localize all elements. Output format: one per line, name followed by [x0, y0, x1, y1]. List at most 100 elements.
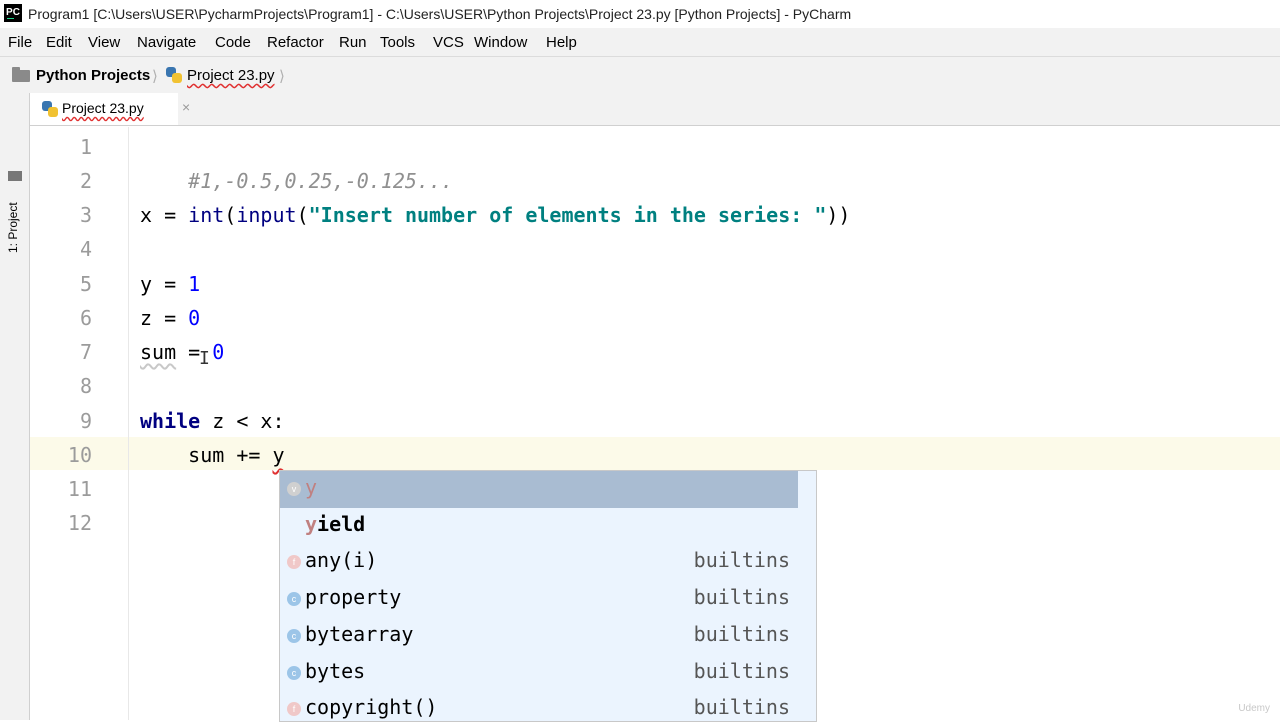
pycharm-app-icon: PC — [4, 4, 22, 22]
line-number: 7 — [79, 340, 92, 364]
identifier-typed: y — [272, 443, 285, 467]
menu-run[interactable]: Run — [339, 34, 367, 51]
code-text: z < x: — [200, 409, 285, 433]
autocomplete-rest: bytearray — [305, 621, 414, 646]
identifier: sum — [188, 443, 225, 467]
python-file-icon — [42, 101, 58, 117]
code-line-7: sum = 0 — [140, 335, 224, 369]
autocomplete-item-label: any(i) — [305, 548, 377, 572]
folder-icon — [12, 67, 30, 82]
autocomplete-item-type: builtins — [693, 585, 790, 610]
menu-tools[interactable]: Tools — [380, 34, 415, 51]
autocomplete-item[interactable]: yield — [280, 508, 816, 545]
autocomplete-rest: copyright() — [305, 695, 438, 720]
line-number: 5 — [79, 272, 92, 296]
udemy-watermark: Udemy — [1238, 703, 1270, 714]
function-icon: f — [287, 555, 301, 570]
code-line-3: x = int(input("Insert number of elements… — [140, 198, 850, 232]
title-bar: PC Program1 [C:\Users\USER\PycharmProjec… — [0, 0, 1280, 28]
tool-window-strip: 1: Project — [0, 93, 30, 720]
autocomplete-item-label: copyright() — [305, 695, 437, 719]
function-icon: f — [287, 702, 301, 717]
autocomplete-rest: any(i) — [305, 548, 378, 573]
autocomplete-item-label: yield — [305, 512, 365, 536]
autocomplete-item-label: property — [305, 585, 401, 609]
python-file-icon — [166, 67, 182, 83]
autocomplete-rest: bytes — [305, 658, 366, 683]
line-number: 12 — [67, 511, 92, 535]
menu-bar: File Edit View Navigate Code Refactor Ru… — [0, 28, 1280, 56]
breadcrumb-separator: ⟩ — [279, 68, 285, 85]
autocomplete-item[interactable]: f copyright() builtins — [280, 691, 816, 721]
menu-vcs[interactable]: VCS — [433, 34, 464, 51]
breadcrumb-file[interactable]: Project 23.py — [187, 67, 275, 84]
menu-navigate[interactable]: Navigate — [137, 34, 196, 51]
menu-edit[interactable]: Edit — [46, 34, 72, 51]
menu-window[interactable]: Window — [474, 34, 527, 51]
menu-help[interactable]: Help — [546, 34, 577, 51]
class-icon: c — [287, 628, 301, 643]
breadcrumb-project[interactable]: Python Projects — [36, 67, 150, 84]
line-number: 3 — [79, 203, 92, 227]
autocomplete-rest: ield — [317, 511, 366, 536]
project-tool-window-button[interactable]: 1: Project — [6, 202, 20, 253]
identifier: y — [140, 272, 153, 296]
autocomplete-item[interactable]: c bytes builtins — [280, 655, 816, 692]
line-number: 4 — [79, 237, 92, 261]
code-line-10: sum += y — [140, 438, 285, 472]
operator: = — [152, 203, 189, 227]
number-literal: 0 — [212, 340, 225, 364]
line-number: 11 — [67, 477, 92, 501]
menu-view[interactable]: View — [88, 34, 120, 51]
number-literal: 0 — [188, 306, 201, 330]
autocomplete-item-label: y — [305, 475, 317, 499]
menu-code[interactable]: Code — [215, 34, 251, 51]
autocomplete-item-label: bytes — [305, 659, 365, 683]
autocomplete-item[interactable]: c property builtins — [280, 581, 816, 618]
number-literal: 1 — [188, 272, 201, 296]
class-icon: c — [287, 665, 301, 680]
operator: = — [152, 272, 189, 296]
code-line-6: z = 0 — [140, 301, 200, 335]
autocomplete-item[interactable]: f any(i) builtins — [280, 544, 816, 581]
autocomplete-match: y — [305, 475, 318, 499]
line-number: 8 — [79, 374, 92, 398]
punctuation: ( — [296, 203, 309, 227]
identifier: x — [140, 203, 153, 227]
breadcrumb-separator: ⟩ — [152, 68, 158, 85]
line-number: 1 — [79, 135, 92, 159]
autocomplete-item[interactable]: c bytearray builtins — [280, 618, 816, 655]
autocomplete-item-type: builtins — [693, 548, 790, 573]
menu-file[interactable]: File — [8, 34, 32, 51]
punctuation: )) — [826, 203, 851, 227]
autocomplete-item-type: builtins — [693, 621, 790, 646]
identifier: z — [140, 306, 153, 330]
autocomplete-item-type: builtins — [693, 658, 790, 683]
autocomplete-match: y — [305, 511, 318, 536]
autocomplete-item[interactable]: vy — [280, 471, 798, 508]
close-icon[interactable]: × — [182, 99, 190, 115]
line-number: 2 — [79, 169, 92, 193]
tab-project-23[interactable]: Project 23.py — [30, 93, 178, 125]
comment: #1,-0.5,0.25,-0.125... — [188, 169, 454, 193]
line-number: 6 — [79, 306, 92, 330]
keyword: while — [140, 409, 201, 433]
project-folder-icon[interactable] — [8, 171, 22, 181]
autocomplete-popup[interactable]: v y yield f any(i) builtins c property builtins c… — [279, 470, 817, 722]
operator: = — [152, 306, 189, 330]
class-icon: c — [287, 592, 301, 607]
operator: += — [224, 443, 273, 467]
variable-icon: v — [287, 482, 301, 496]
text-cursor-icon: I — [199, 348, 210, 369]
autocomplete-item-label: bytearray — [305, 622, 413, 646]
builtin-function: int — [188, 203, 225, 227]
builtin-function: input — [236, 203, 297, 227]
code-line-9: while z < x: — [140, 404, 285, 438]
tab-label: Project 23.py — [62, 100, 144, 116]
line-number-gutter: 1 2 3 4 5 6 7 8 9 10 11 12 — [30, 127, 129, 720]
menu-refactor[interactable]: Refactor — [267, 34, 324, 51]
window-title: Program1 [C:\Users\USER\PycharmProjects\… — [28, 6, 852, 22]
code-line-5: y = 1 — [140, 267, 200, 301]
editor-tab-bar: Project 23.py × — [30, 93, 1280, 126]
